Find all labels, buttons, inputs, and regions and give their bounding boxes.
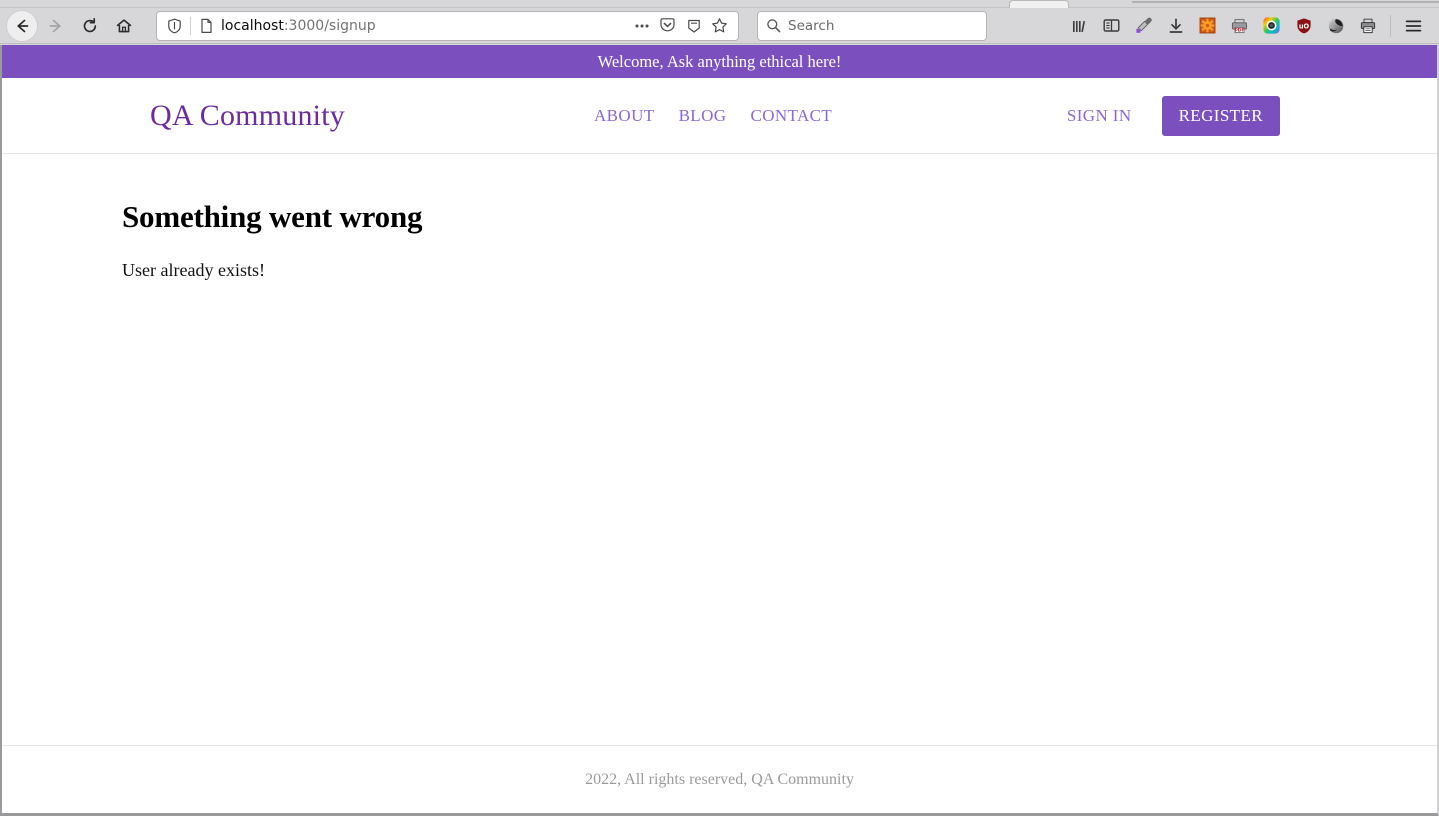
url-text[interactable]: localhost:3000/signup	[216, 18, 625, 34]
bookmark-star-icon[interactable]	[707, 13, 732, 39]
toolbar-extensions: PDF uO	[1064, 11, 1433, 41]
reload-button[interactable]	[74, 11, 106, 41]
site-header: QA Community ABOUT BLOG CONTACT SIGN IN …	[2, 78, 1437, 154]
back-button[interactable]	[6, 9, 38, 42]
ublock-shield-icon[interactable]: uO	[1288, 11, 1319, 41]
url-host: localhost	[221, 17, 284, 34]
url-path: :3000/signup	[283, 17, 376, 34]
main-content: Something went wrong User already exists…	[2, 154, 1437, 699]
sidebar-icon[interactable]	[1096, 11, 1127, 41]
pocket-icon[interactable]	[655, 13, 680, 39]
page-title: Something went wrong	[122, 199, 423, 234]
search-icon	[767, 19, 781, 33]
dark-circle-icon[interactable]	[1320, 11, 1351, 41]
printer-icon[interactable]	[1352, 11, 1383, 41]
svg-text:uO: uO	[1298, 22, 1309, 30]
svg-text:PDF: PDF	[1235, 27, 1245, 33]
footer-text: 2022, All rights reserved, QA Community	[585, 770, 854, 788]
more-actions-icon[interactable]	[629, 13, 654, 39]
auth-actions: SIGN IN REGISTER	[1067, 95, 1280, 136]
navigation-buttons	[6, 9, 140, 42]
page-info-icon[interactable]	[196, 18, 216, 34]
forward-arrow-icon	[49, 19, 61, 32]
announcement-banner: Welcome, Ask anything ethical here!	[2, 45, 1437, 78]
tracking-protection-shield-icon[interactable]	[163, 18, 185, 34]
announcement-text: Welcome, Ask anything ethical here!	[597, 51, 842, 71]
nav-link-about[interactable]: ABOUT	[594, 106, 655, 126]
main-navigation: ABOUT BLOG CONTACT	[594, 106, 832, 126]
forward-button[interactable]	[40, 11, 72, 41]
tab-strip-divider	[1132, 1, 1439, 3]
search-input-placeholder: Search	[788, 17, 835, 34]
eyedropper-icon[interactable]	[1128, 11, 1159, 41]
home-icon	[116, 18, 132, 32]
home-button[interactable]	[108, 11, 140, 41]
register-button[interactable]: REGISTER	[1161, 95, 1280, 136]
url-bar[interactable]: localhost:3000/signup	[156, 10, 739, 41]
reader-view-icon[interactable]	[681, 13, 706, 39]
url-bar-container: localhost:3000/signup	[156, 10, 739, 41]
reload-icon	[83, 17, 97, 32]
browser-window: localhost:3000/signup Search PDF uO Welc…	[0, 0, 1439, 816]
site-logo[interactable]: QA Community	[150, 99, 345, 133]
nav-link-contact[interactable]: CONTACT	[750, 106, 832, 126]
pdf-printer-icon[interactable]: PDF	[1224, 11, 1255, 41]
library-icon[interactable]	[1064, 11, 1095, 41]
browser-tab[interactable]	[1009, 0, 1069, 8]
hamburger-menu-icon[interactable]	[1398, 11, 1429, 41]
toolbar-divider	[1390, 14, 1391, 37]
tab-strip	[0, 0, 1439, 8]
back-arrow-icon	[17, 19, 29, 32]
url-bar-actions	[629, 13, 732, 39]
site-footer: 2022, All rights reserved, QA Community	[2, 745, 1437, 813]
page-viewport: Welcome, Ask anything ethical here! QA C…	[0, 45, 1439, 816]
search-bar[interactable]: Search	[757, 10, 987, 41]
orange-gear-icon[interactable]	[1192, 11, 1223, 41]
download-icon[interactable]	[1160, 11, 1191, 41]
nav-link-blog[interactable]: BLOG	[679, 106, 727, 126]
sign-in-link[interactable]: SIGN IN	[1067, 106, 1132, 126]
color-wheel-icon[interactable]	[1256, 11, 1287, 41]
browser-toolbar: localhost:3000/signup Search PDF uO	[0, 8, 1439, 44]
url-bar-divider	[190, 16, 191, 35]
error-message: User already exists!	[122, 260, 265, 280]
